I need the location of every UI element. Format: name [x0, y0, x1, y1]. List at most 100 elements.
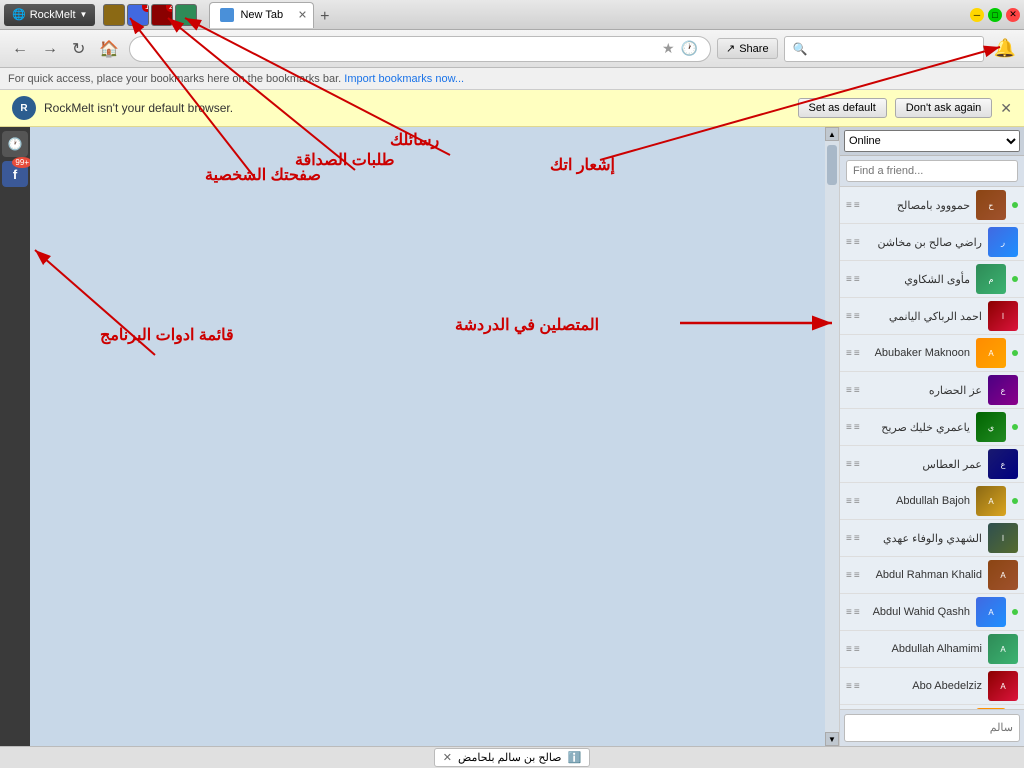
friend-action-buttons: ≡ ≡: [846, 200, 860, 211]
friend-name-text: الشهدي والوفاء عهدي: [866, 532, 982, 545]
friends-filter-select[interactable]: Online All Friends: [844, 130, 1020, 152]
friend-list-item[interactable]: ≡ ≡ Abdullah Bajoh A: [840, 483, 1024, 520]
address-bar[interactable]: ★ 🕐: [129, 36, 711, 62]
friend-name-text: عز الحضاره: [866, 384, 982, 397]
status-bar: ℹ️ صالح بن سالم بلحامض ✕: [0, 746, 1024, 768]
friend-list-item[interactable]: ≡ ≡ راضي صالح بن مخاشن ر: [840, 224, 1024, 261]
friend-chat-btn[interactable]: ≡: [846, 274, 852, 285]
friend-chat-btn[interactable]: ≡: [846, 422, 852, 433]
friend-list-item[interactable]: ≡ ≡ احمد الرباكي اليانمي ا: [840, 298, 1024, 335]
friend-name-text: احمد الرباكي اليانمي: [866, 310, 982, 323]
friend-more-btn[interactable]: ≡: [854, 385, 860, 396]
friend-more-btn[interactable]: ≡: [854, 607, 860, 618]
friend-more-btn[interactable]: ≡: [854, 237, 860, 248]
friend-action-buttons: ≡ ≡: [846, 607, 860, 618]
back-button[interactable]: ←: [8, 38, 32, 60]
friend-more-btn[interactable]: ≡: [854, 570, 860, 581]
friend-list-item[interactable]: ≡ ≡ عز الحضاره ع: [840, 372, 1024, 409]
friend-chat-btn[interactable]: ≡: [846, 644, 852, 655]
tab-new-tab[interactable]: New Tab ✕: [209, 2, 314, 28]
friend-action-buttons: ≡ ≡: [846, 274, 860, 285]
friend-more-btn[interactable]: ≡: [854, 681, 860, 692]
home-button[interactable]: 🏠: [95, 37, 123, 61]
friend-more-btn[interactable]: ≡: [854, 422, 860, 433]
reload-button[interactable]: ↻: [68, 37, 89, 61]
friend-more-btn[interactable]: ≡: [854, 533, 860, 544]
online-indicator: [1012, 424, 1018, 430]
search-input[interactable]: [784, 36, 984, 62]
friend-avatar-2[interactable]: 1: [127, 4, 149, 26]
maximize-button[interactable]: □: [988, 8, 1002, 22]
friend-list-item[interactable]: ≡ ≡ الشهدي والوفاء عهدي ا: [840, 520, 1024, 557]
friend-name-text: Abdullah Alhamimi: [866, 643, 982, 655]
browser-window: 🌐 RockMelt ▼ 1 2 New Tab ✕ + ─ □ ✕: [0, 0, 1024, 768]
friend-avatar-img: ي: [976, 412, 1006, 442]
sidebar-item-facebook[interactable]: f 99+: [2, 161, 28, 187]
vertical-scrollbar[interactable]: ▲ ▼: [825, 127, 839, 746]
scroll-thumb[interactable]: [827, 145, 837, 185]
friend-more-btn[interactable]: ≡: [854, 200, 860, 211]
friends-list: ≡ ≡ حمووود بامصالح ح ≡ ≡ راضي صالح بن مخ…: [840, 187, 1024, 709]
sidebar-item-clock[interactable]: 🕐: [2, 131, 28, 157]
friend-action-buttons: ≡ ≡: [846, 422, 860, 433]
rockmelt-menu-button[interactable]: 🌐 RockMelt ▼: [4, 4, 95, 26]
friend-chat-btn[interactable]: ≡: [846, 496, 852, 507]
friend-more-btn[interactable]: ≡: [854, 274, 860, 285]
set-default-button[interactable]: Set as default: [798, 98, 887, 118]
status-bar-close[interactable]: ✕: [443, 751, 452, 764]
friend-more-btn[interactable]: ≡: [854, 348, 860, 359]
friend-more-btn[interactable]: ≡: [854, 311, 860, 322]
chat-input[interactable]: [844, 714, 1020, 742]
banner-close-button[interactable]: ✕: [1000, 100, 1012, 117]
friend-chat-btn[interactable]: ≡: [846, 459, 852, 470]
friend-list-item[interactable]: ≡ ≡ ياعمري خليك صريح ي: [840, 409, 1024, 446]
friend-chat-btn[interactable]: ≡: [846, 570, 852, 581]
history-icon[interactable]: 🕐: [681, 40, 698, 57]
friend-avatar-img: ا: [988, 301, 1018, 331]
minimize-button[interactable]: ─: [970, 8, 984, 22]
friend-action-buttons: ≡ ≡: [846, 533, 860, 544]
status-username: صالح بن سالم بلحامض: [458, 751, 562, 764]
dont-ask-button[interactable]: Don't ask again: [895, 98, 992, 118]
forward-button[interactable]: →: [38, 38, 62, 60]
friend-chat-btn[interactable]: ≡: [846, 200, 852, 211]
scroll-down-button[interactable]: ▼: [825, 732, 839, 746]
friend-list-item[interactable]: ≡ ≡ حمووود بامصالح ح: [840, 187, 1024, 224]
friend-chat-btn[interactable]: ≡: [846, 237, 852, 248]
friend-list-item[interactable]: ≡ ≡ مأوى الشكاوي م: [840, 261, 1024, 298]
profile-avatar[interactable]: [103, 4, 125, 26]
friend-avatar-img: A: [988, 560, 1018, 590]
friend-chat-btn[interactable]: ≡: [846, 385, 852, 396]
friend-list-item[interactable]: ≡ ≡ Abdul Wahid Qashh A: [840, 594, 1024, 631]
status-user-bar: ℹ️ صالح بن سالم بلحامض ✕: [434, 748, 590, 767]
chat-input-area: [840, 709, 1024, 746]
profile-icons-group: 1 2: [103, 4, 197, 26]
friend-chat-btn[interactable]: ≡: [846, 607, 852, 618]
tab-close-button[interactable]: ✕: [298, 9, 307, 22]
new-tab-button[interactable]: +: [314, 6, 335, 28]
friend-avatar-3[interactable]: 2: [151, 4, 173, 26]
friend-list-item[interactable]: ≡ ≡ Abubaker Maknoon A: [840, 335, 1024, 372]
friend-avatar-img: ع: [988, 449, 1018, 479]
nav-bar: ← → ↻ 🏠 ★ 🕐 ↗ Share 🔔: [0, 30, 1024, 68]
friend-chat-btn[interactable]: ≡: [846, 533, 852, 544]
close-button[interactable]: ✕: [1006, 8, 1020, 22]
notification-text: RockMelt isn't your default browser.: [44, 101, 790, 115]
friend-list-item[interactable]: ≡ ≡ Abdullah Alhamimi A: [840, 631, 1024, 668]
friend-more-btn[interactable]: ≡: [854, 644, 860, 655]
import-bookmarks-link[interactable]: Import bookmarks now...: [344, 73, 464, 85]
friend-avatar-4[interactable]: [175, 4, 197, 26]
friend-list-item[interactable]: ≡ ≡ عمر العطاس ع: [840, 446, 1024, 483]
friend-list-item[interactable]: ≡ ≡ Abdul Rahman Khalid A: [840, 557, 1024, 594]
friend-more-btn[interactable]: ≡: [854, 496, 860, 507]
friend-chat-btn[interactable]: ≡: [846, 348, 852, 359]
friend-list-item[interactable]: ≡ ≡ Abo Abedelziz A: [840, 668, 1024, 705]
friend-chat-btn[interactable]: ≡: [846, 311, 852, 322]
friend-more-btn[interactable]: ≡: [854, 459, 860, 470]
bookmark-icon[interactable]: ★: [662, 40, 675, 57]
friends-search-input[interactable]: [846, 160, 1018, 182]
share-button[interactable]: ↗ Share: [717, 38, 778, 59]
scroll-up-button[interactable]: ▲: [825, 127, 839, 141]
notification-bell-icon[interactable]: 🔔: [994, 38, 1016, 59]
friend-chat-btn[interactable]: ≡: [846, 681, 852, 692]
